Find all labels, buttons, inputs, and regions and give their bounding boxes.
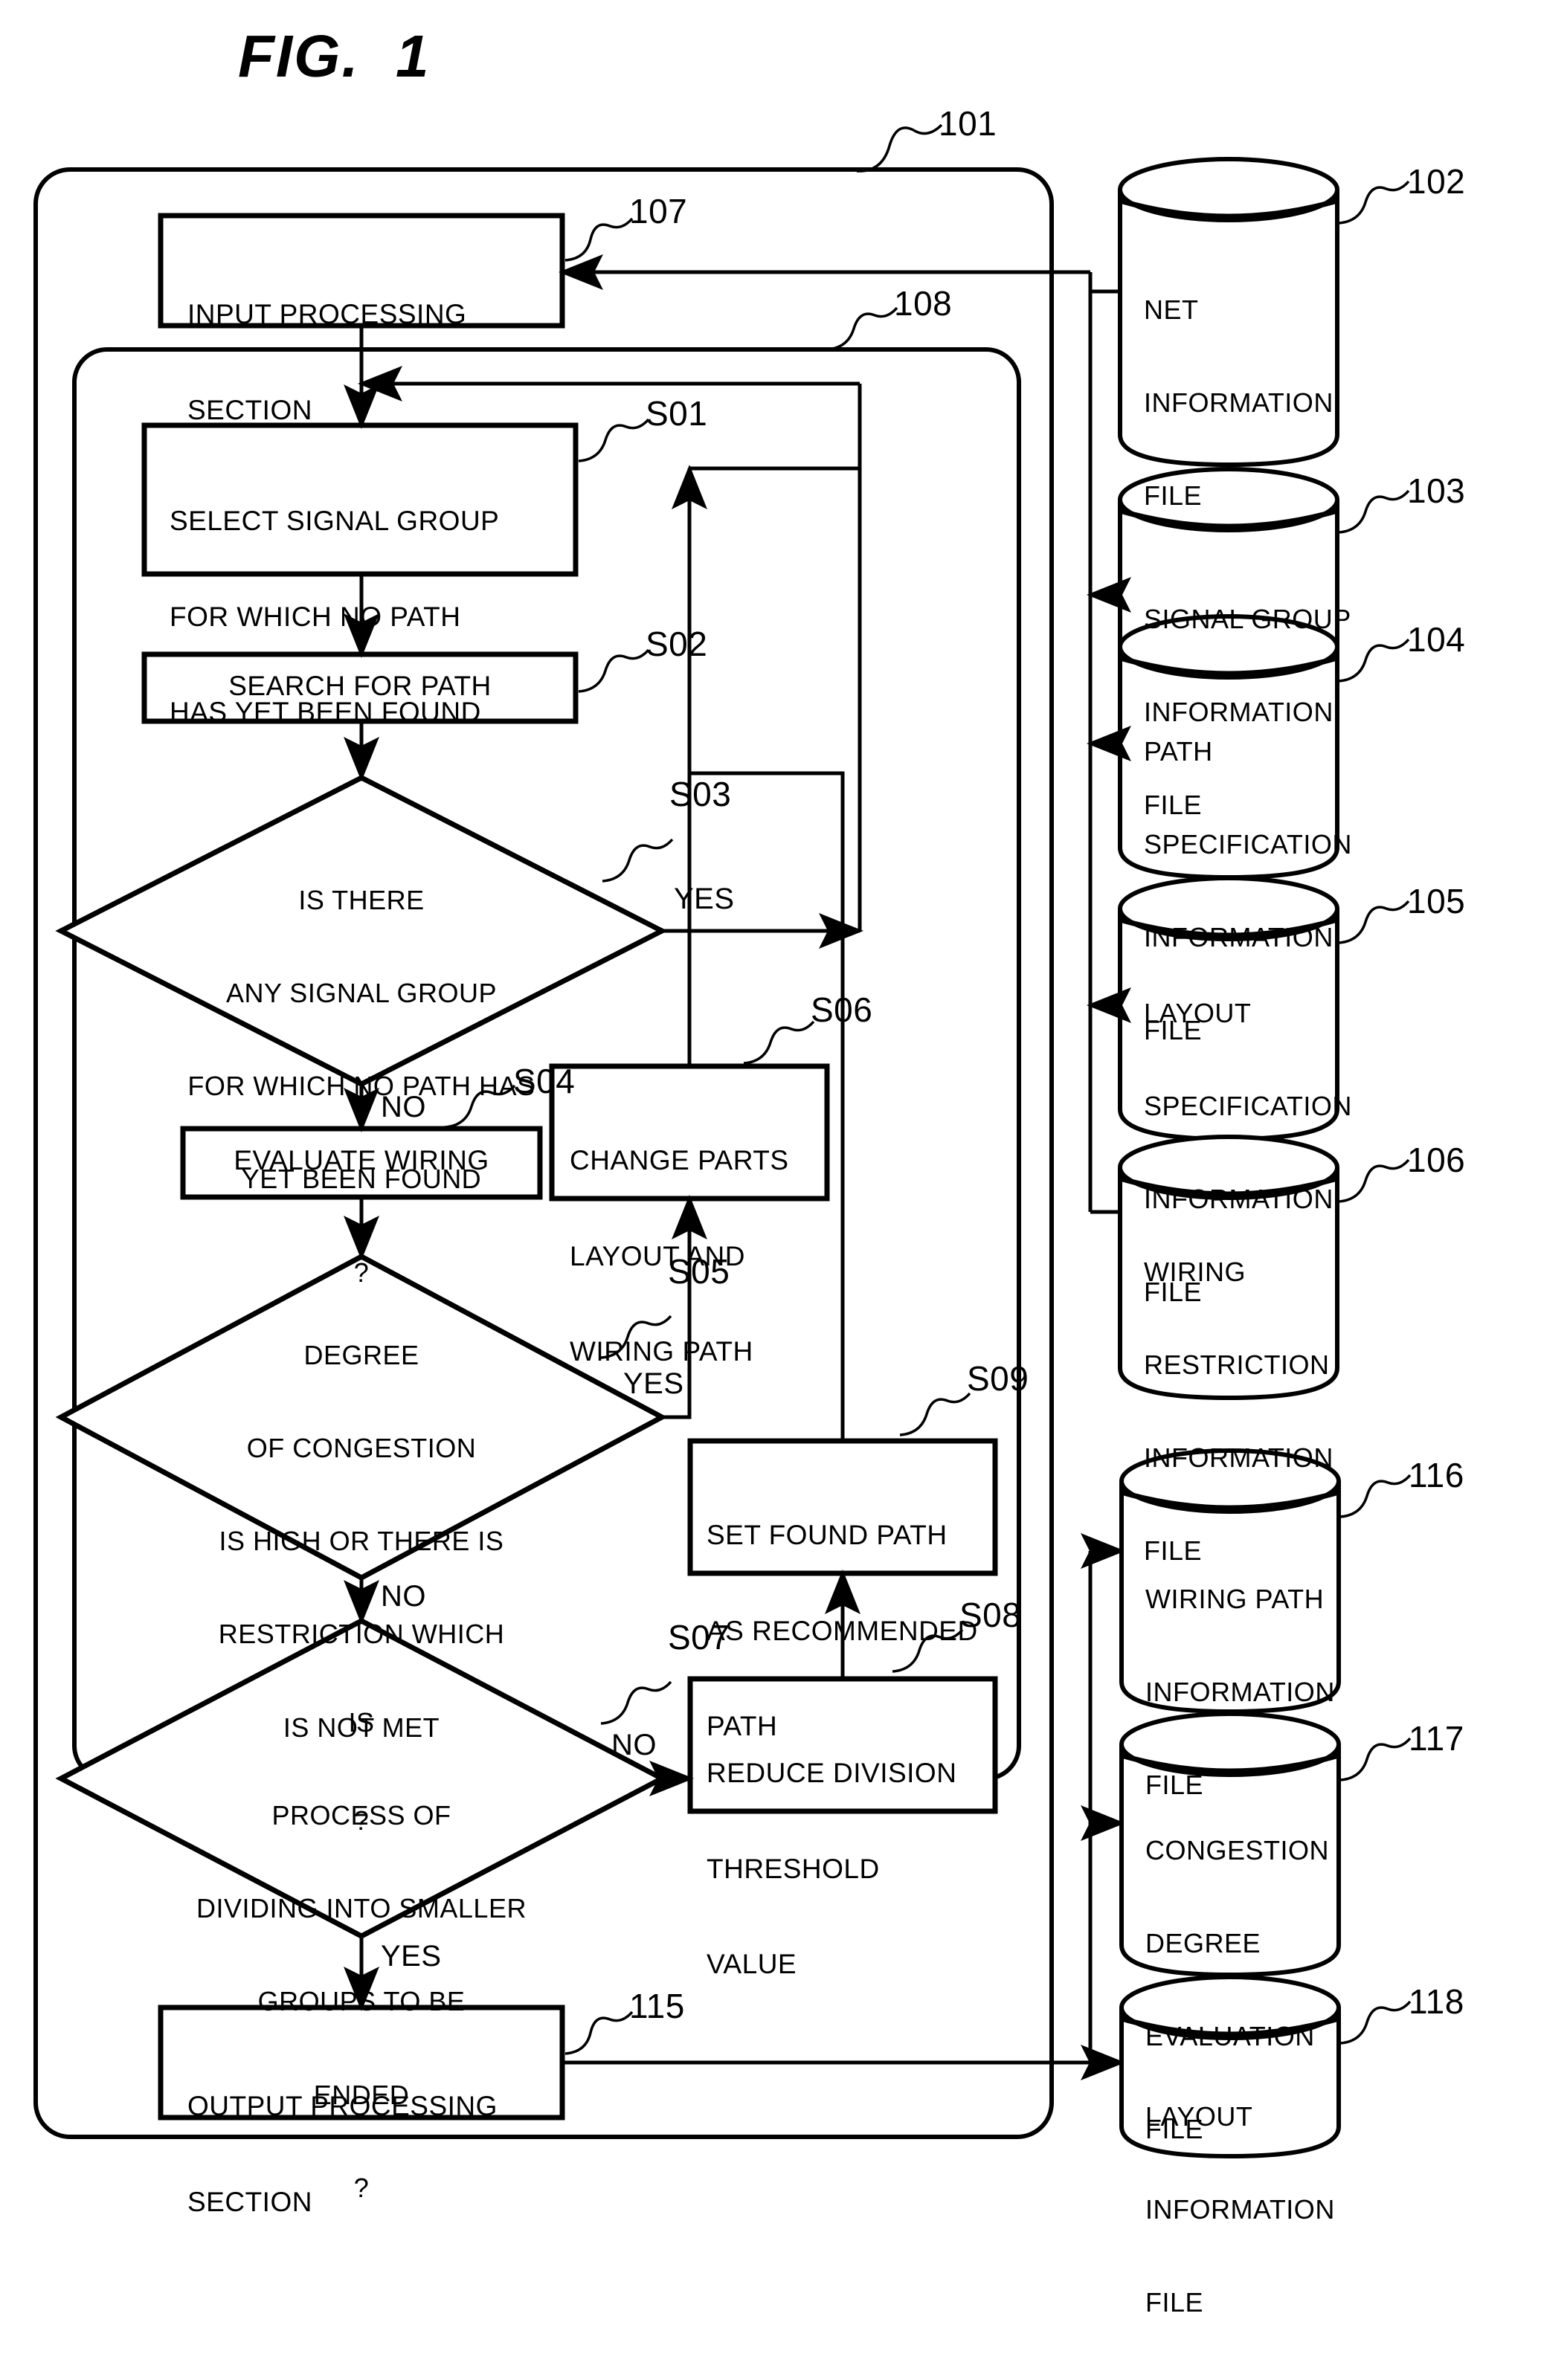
leader-s02 <box>578 648 650 693</box>
ref-105: 105 <box>1407 882 1466 920</box>
ref-s05: S05 <box>668 1252 730 1291</box>
db-118-line-3: FILE <box>1145 2287 1204 2318</box>
db-103-line-1: SIGNAL GROUP <box>1144 603 1351 634</box>
ref-104: 104 <box>1407 620 1466 659</box>
box-s02-label: SEARCH FOR PATH <box>228 671 492 701</box>
box-115-line-1: OUTPUT PROCESSING <box>187 2090 498 2121</box>
db-102-line-2: INFORMATION <box>1144 387 1334 418</box>
diamond-s07-line-2: PROCESS OF <box>271 1799 451 1831</box>
db-116-line-1: WIRING PATH <box>1145 1583 1325 1614</box>
box-s08-label: REDUCE DIVISION THRESHOLD VALUE <box>707 1694 997 2045</box>
leader-107 <box>564 217 634 262</box>
db-105-line-1: LAYOUT <box>1144 997 1252 1028</box>
db-102-label: NET INFORMATION FILE <box>1144 232 1334 573</box>
db-118-line-2: INFORMATION <box>1145 2193 1335 2225</box>
leader-s07 <box>600 1680 672 1725</box>
leader-s09 <box>899 1392 971 1436</box>
box-s09-line-2: AS RECOMMENDED <box>707 1615 978 1646</box>
figure-title: FIG. 1 <box>238 23 431 89</box>
box-107-line-2: SECTION <box>187 394 312 425</box>
ref-107: 107 <box>629 192 688 230</box>
ref-106: 106 <box>1407 1141 1466 1179</box>
leader-108 <box>826 306 898 351</box>
box-s06-line-1: CHANGE PARTS <box>570 1144 789 1176</box>
ref-118: 118 <box>1409 1982 1464 2021</box>
ref-117: 117 <box>1409 1719 1464 1758</box>
db-102-line-1: NET <box>1144 294 1199 325</box>
diamond-s07-line-1: IS <box>348 1706 375 1738</box>
db-106-line-3: INFORMATION <box>1144 1442 1334 1473</box>
leader-116 <box>1339 1474 1412 1518</box>
label-s05-yes: YES <box>623 1367 684 1400</box>
ref-s01: S01 <box>646 394 708 433</box>
label-s05-no: NO <box>381 1580 426 1613</box>
leader-105 <box>1338 900 1410 944</box>
ref-s04: S04 <box>513 1062 576 1100</box>
ref-103: 103 <box>1407 471 1466 510</box>
diamond-s03-line-2: ANY SIGNAL GROUP <box>225 977 498 1008</box>
ref-s02: S02 <box>646 625 708 663</box>
db-106-line-1: WIRING <box>1144 1256 1246 1287</box>
db-117-line-1: CONGESTION <box>1145 1834 1330 1865</box>
box-s04-label: EVALUATE WIRING <box>234 1145 489 1176</box>
leader-s01 <box>578 418 650 462</box>
db-117-line-2: DEGREE <box>1145 1927 1261 1958</box>
ref-108: 108 <box>894 284 953 323</box>
label-s07-no: NO <box>611 1729 657 1761</box>
label-s03-yes: YES <box>674 883 735 915</box>
box-s01-line-2: FOR WHICH NO PATH <box>170 601 461 632</box>
diamond-s07-line-3: DIVIDING INTO SMALLER <box>196 1893 527 1923</box>
box-s08-line-3: VALUE <box>707 1949 797 1980</box>
db-102-line-3: FILE <box>1144 480 1203 511</box>
ref-s08: S08 <box>959 1596 1022 1634</box>
diamond-s07-line-4: GROUPS TO BE <box>257 1986 466 2017</box>
diamond-s05-line-3: IS HIGH OR THERE IS <box>219 1526 504 1556</box>
box-107-line-1: INPUT PROCESSING <box>187 298 467 329</box>
leader-118 <box>1339 2000 1412 2045</box>
leader-s03 <box>602 838 674 883</box>
diamond-s03-line-1: IS THERE <box>298 884 425 915</box>
label-s07-yes: YES <box>381 1940 442 1973</box>
diamond-s05-line-2: OF CONGESTION <box>246 1432 477 1463</box>
box-s01-label: SELECT SIGNAL GROUP FOR WHICH NO PATH HA… <box>170 442 571 793</box>
ref-s06: S06 <box>811 990 873 1029</box>
ref-101: 101 <box>939 104 997 143</box>
ref-115: 115 <box>629 1987 685 2025</box>
db-118-line-1: LAYOUT <box>1145 2100 1253 2132</box>
ref-116: 116 <box>1409 1456 1464 1494</box>
ref-102: 102 <box>1407 162 1466 201</box>
box-s06-line-3: WIRING PATH <box>570 1336 753 1367</box>
leader-103 <box>1338 489 1410 534</box>
label-s03-no: NO <box>381 1091 426 1123</box>
leader-117 <box>1339 1737 1412 1781</box>
box-s09-line-1: SET FOUND PATH <box>707 1519 948 1550</box>
db-105-line-2: SPECIFICATION <box>1144 1090 1352 1121</box>
ref-s09: S09 <box>967 1359 1029 1398</box>
diamond-s05-line-1: DEGREE <box>303 1339 419 1370</box>
leader-104 <box>1338 638 1410 683</box>
leader-s06 <box>743 1020 815 1065</box>
figure-canvas: FIG. 1 101 108 INPUT PROCESSING SECTION … <box>0 0 1541 2318</box>
leader-101 <box>856 123 943 172</box>
db-116-line-2: INFORMATION <box>1145 1676 1335 1707</box>
db-104-line-1: PATH <box>1144 735 1213 767</box>
leader-102 <box>1338 180 1410 225</box>
leader-106 <box>1338 1158 1410 1203</box>
ref-s03: S03 <box>669 775 732 813</box>
db-118-label: LAYOUT INFORMATION FILE <box>1145 2039 1339 2380</box>
box-s01-line-1: SELECT SIGNAL GROUP <box>170 505 500 536</box>
box-s08-line-1: REDUCE DIVISION <box>707 1757 957 1788</box>
box-115-line-2: SECTION <box>187 2186 312 2217</box>
db-106-line-2: RESTRICTION <box>1144 1349 1330 1380</box>
box-s08-line-2: THRESHOLD <box>707 1853 880 1884</box>
box-115-label: OUTPUT PROCESSING SECTION <box>187 2027 559 2282</box>
db-104-line-2: SPECIFICATION <box>1144 828 1352 860</box>
